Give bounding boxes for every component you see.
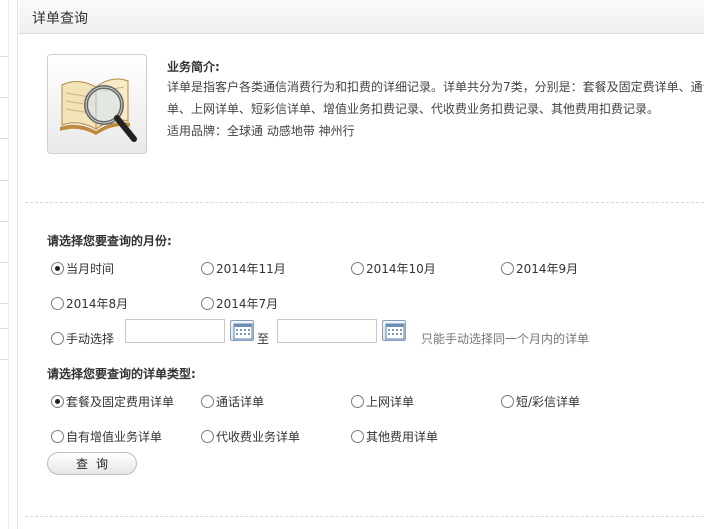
query-button[interactable]: 查询 <box>47 452 137 475</box>
month-option-label: 2014年8月 <box>66 297 129 311</box>
sidebar-edge-tick <box>0 328 8 329</box>
intro-line: 详单是指客户各类通信消费行为和扣费的详细记录。详单共分为7类，分别是：套餐及固定… <box>167 80 704 94</box>
radio-button[interactable] <box>51 262 64 275</box>
start-date-input[interactable] <box>125 319 225 343</box>
sidebar-edge-tick <box>0 138 8 139</box>
intro-line: 适用品牌：全球通 动感地带 神州行 <box>167 124 355 138</box>
manual-select-hint: 只能手动选择同一个月内的详单 <box>421 332 590 346</box>
type-option-label: 其他费用详单 <box>366 430 439 444</box>
type-option-collection[interactable]: 代收费业务详单 <box>201 428 300 445</box>
type-option-label: 代收费业务详单 <box>216 430 301 444</box>
month-option-2014-8[interactable]: 2014年8月 <box>51 295 128 312</box>
calendar-icon[interactable] <box>382 320 406 341</box>
radio-button[interactable] <box>501 262 514 275</box>
end-date-input[interactable] <box>277 319 377 343</box>
sidebar-edge-tick <box>0 303 8 304</box>
radio-button[interactable] <box>51 395 64 408</box>
type-option-other[interactable]: 其他费用详单 <box>351 428 438 445</box>
type-option-label: 自有增值业务详单 <box>66 430 163 444</box>
sidebar-edge-line <box>8 0 9 529</box>
sidebar-edge-tick <box>0 56 8 57</box>
month-section-label: 请选择您要查询的月份: <box>47 234 172 248</box>
type-option-label: 套餐及固定费用详单 <box>66 395 175 409</box>
sidebar-edge-tick <box>0 359 8 360</box>
section-divider <box>25 516 704 517</box>
month-option-label: 2014年7月 <box>216 297 279 311</box>
radio-button[interactable] <box>351 395 364 408</box>
radio-button[interactable] <box>201 262 214 275</box>
radio-button[interactable] <box>201 297 214 310</box>
date-range-separator: 至 <box>257 332 270 346</box>
intro-description: 详单是指客户各类通信消费行为和扣费的详细记录。详单共分为7类，分别是：套餐及固定… <box>167 76 704 142</box>
type-option-package[interactable]: 套餐及固定费用详单 <box>51 393 174 410</box>
type-option-label: 上网详单 <box>366 395 415 409</box>
radio-button[interactable] <box>201 430 214 443</box>
radio-button[interactable] <box>501 395 514 408</box>
radio-button[interactable] <box>351 262 364 275</box>
intro-title: 业务简介: <box>167 60 220 74</box>
sidebar-edge-tick <box>0 262 8 263</box>
sidebar-edge-tick <box>0 221 8 222</box>
radio-button[interactable] <box>51 332 64 345</box>
sidebar-edge-tick <box>0 97 8 98</box>
radio-button[interactable] <box>51 430 64 443</box>
month-option-2014-11[interactable]: 2014年11月 <box>201 260 286 277</box>
month-option-label: 2014年11月 <box>216 262 286 276</box>
sidebar-edge <box>0 0 18 529</box>
month-option-2014-7[interactable]: 2014年7月 <box>201 295 278 312</box>
month-option-2014-10[interactable]: 2014年10月 <box>351 260 436 277</box>
sidebar-edge-tick <box>0 180 8 181</box>
page-header: 详单查询 <box>19 0 704 34</box>
type-section-label: 请选择您要查询的详单类型: <box>47 367 196 381</box>
radio-button[interactable] <box>51 297 64 310</box>
type-option-label: 短/彩信详单 <box>516 395 581 409</box>
type-option-sms[interactable]: 短/彩信详单 <box>501 393 580 410</box>
month-option-2014-9[interactable]: 2014年9月 <box>501 260 578 277</box>
month-option-current[interactable]: 当月时间 <box>51 260 114 277</box>
radio-button[interactable] <box>201 395 214 408</box>
type-option-call[interactable]: 通话详单 <box>201 393 264 410</box>
type-option-internet[interactable]: 上网详单 <box>351 393 414 410</box>
type-option-label: 通话详单 <box>216 395 265 409</box>
month-option-label: 2014年9月 <box>516 262 579 276</box>
intro-line: 单、上网详单、短彩信详单、增值业务扣费记录、代收费业务扣费记录、其他费用扣费记录… <box>167 102 660 116</box>
detail-bill-magnifier-icon <box>47 54 147 154</box>
month-option-manual[interactable]: 手动选择 <box>51 330 114 347</box>
month-option-label: 当月时间 <box>66 262 115 276</box>
section-divider <box>25 202 704 203</box>
page-title: 详单查询 <box>32 11 88 27</box>
type-option-value-added[interactable]: 自有增值业务详单 <box>51 428 162 445</box>
month-option-label: 手动选择 <box>66 332 115 346</box>
month-option-label: 2014年10月 <box>366 262 436 276</box>
radio-button[interactable] <box>351 430 364 443</box>
calendar-icon[interactable] <box>230 320 254 341</box>
